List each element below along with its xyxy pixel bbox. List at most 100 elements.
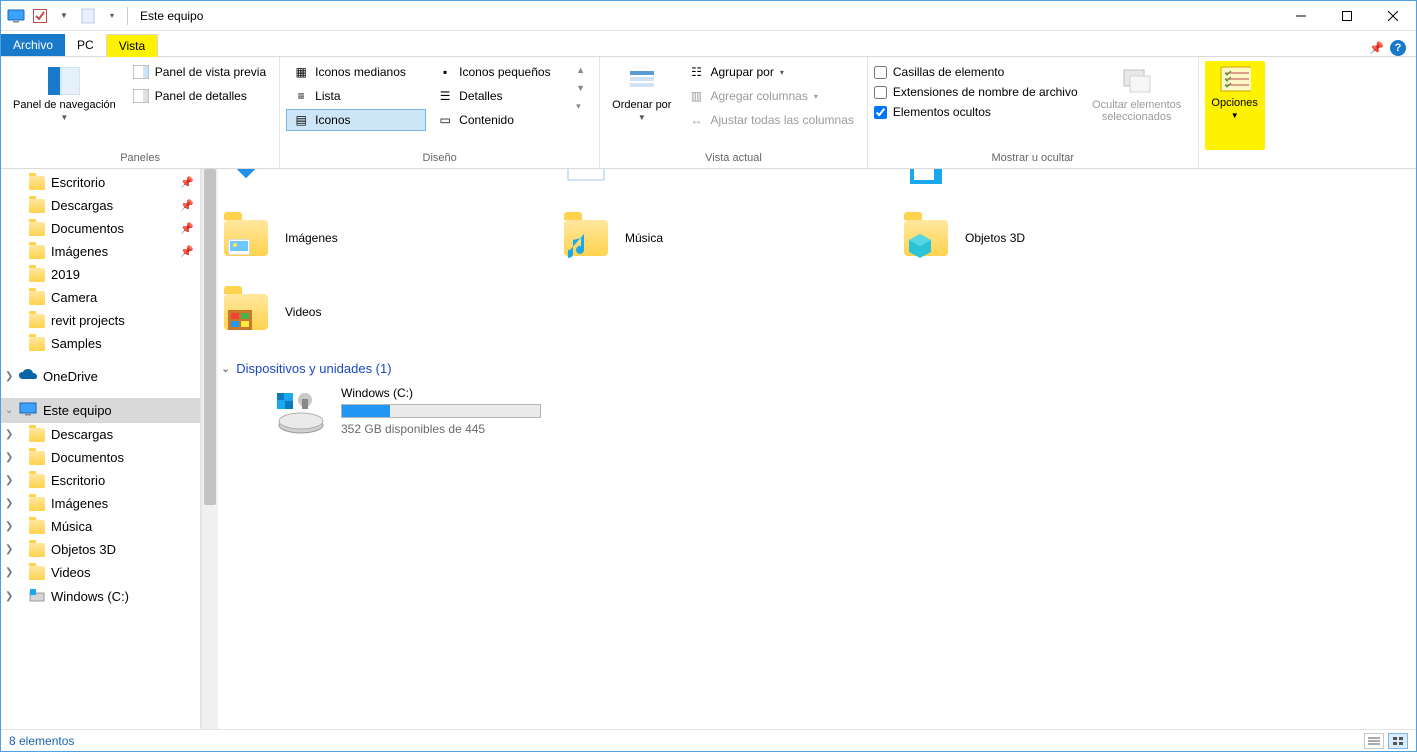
size-columns-button: ↔Ajustar todas las columnas	[681, 109, 860, 131]
computer-icon	[19, 402, 37, 419]
options-button[interactable]: Opciones ▼	[1205, 61, 1265, 150]
content-area: Escritorio📌 Descargas📌 Documentos📌 Imáge…	[1, 169, 1416, 729]
nav-sub-videos[interactable]: ❯Videos	[1, 561, 200, 584]
sort-by-button[interactable]: Ordenar por ▼	[606, 61, 677, 150]
drive-item-windows-c[interactable]: Windows (C:) 352 GB disponibles de 445	[221, 382, 1406, 436]
nav-sub-imagenes[interactable]: ❯Imágenes	[1, 492, 200, 515]
folder-icon	[29, 543, 45, 557]
folder-icon	[29, 268, 45, 282]
nav-item-revit[interactable]: revit projects	[1, 309, 200, 332]
expand-icon[interactable]: ❯	[5, 429, 13, 440]
separator	[127, 7, 128, 25]
nav-sub-objetos3d[interactable]: ❯Objetos 3D	[1, 538, 200, 561]
main-pane[interactable]: Imágenes Música Objetos 3D Videos ⌄ Disp…	[201, 169, 1416, 729]
nav-item-samples[interactable]: Samples	[1, 332, 200, 355]
quick-access-toolbar: ▼ ▾	[7, 7, 121, 25]
drive-free-space: 352 GB disponibles de 445	[341, 422, 541, 436]
folder-label: Objetos 3D	[965, 231, 1025, 245]
folder-icon	[29, 291, 45, 305]
details-pane-button[interactable]: Panel de detalles	[126, 85, 273, 107]
folder-icon	[29, 474, 45, 488]
expand-icon[interactable]: ❯	[5, 567, 13, 578]
nav-item-onedrive[interactable]: ❯OneDrive	[1, 365, 200, 388]
view-large-icons-button[interactable]	[1388, 733, 1408, 749]
nav-pane-button[interactable]: Panel de navegación ▼	[7, 61, 122, 150]
navigation-pane[interactable]: Escritorio📌 Descargas📌 Documentos📌 Imáge…	[1, 169, 201, 729]
qat-dropdown2-icon[interactable]: ▾	[103, 7, 121, 25]
folder-icon	[29, 497, 45, 511]
nav-item-imagenes[interactable]: Imágenes📌	[1, 240, 200, 263]
help-icon[interactable]: ?	[1390, 40, 1406, 56]
explorer-window: ▼ ▾ Este equipo Archivo PC Vista 📌 ? Pan…	[0, 0, 1417, 752]
nav-item-descargas[interactable]: Descargas📌	[1, 194, 200, 217]
properties-checkbox-icon[interactable]	[31, 7, 49, 25]
layout-content[interactable]: ▭Contenido	[430, 109, 570, 131]
nav-item-este-equipo[interactable]: ⌄Este equipo	[1, 398, 200, 423]
maximize-button[interactable]	[1324, 1, 1370, 31]
ribbon-group-paneles: Panel de navegación ▼ Panel de vista pre…	[1, 57, 280, 168]
layout-expand-icon[interactable]: ▾	[576, 101, 585, 112]
layout-scroll-down-icon[interactable]: ▼	[576, 83, 585, 93]
drive-usage-bar	[341, 404, 541, 418]
expand-icon[interactable]: ❯	[5, 452, 13, 463]
drive-icon	[275, 387, 327, 435]
folder-label: Imágenes	[285, 231, 338, 245]
group-by-button[interactable]: ☷Agrupar por▾	[681, 61, 860, 83]
layout-scroll-up-icon[interactable]: ▲	[576, 65, 585, 75]
nav-item-documentos[interactable]: Documentos📌	[1, 217, 200, 240]
folder-item-musica[interactable]: Música	[561, 213, 861, 263]
folder-item-videos[interactable]: Videos	[221, 287, 521, 337]
folder-label: Música	[625, 231, 663, 245]
layout-details[interactable]: ☰Detalles	[430, 85, 570, 107]
nav-sub-documentos[interactable]: ❯Documentos	[1, 446, 200, 469]
folder-icon	[29, 222, 45, 236]
layout-medium-icons[interactable]: ▦Iconos medianos	[286, 61, 426, 83]
section-drives-header[interactable]: ⌄ Dispositivos y unidades (1)	[221, 353, 1406, 382]
nav-sub-musica[interactable]: ❯Música	[1, 515, 200, 538]
nav-sub-escritorio[interactable]: ❯Escritorio	[1, 469, 200, 492]
preview-pane-button[interactable]: Panel de vista previa	[126, 61, 273, 83]
pin-icon: 📌	[180, 245, 194, 258]
folder-icon	[29, 314, 45, 328]
expand-icon[interactable]: ❯	[5, 591, 13, 602]
layout-small-icons[interactable]: ▪Iconos pequeños	[430, 61, 570, 83]
folder-icon	[29, 520, 45, 534]
onedrive-icon	[19, 369, 37, 384]
folder-item-objetos3d[interactable]: Objetos 3D	[901, 213, 1201, 263]
chevron-down-icon[interactable]: ⌄	[221, 362, 230, 375]
drive-name: Windows (C:)	[341, 386, 541, 400]
tab-archivo[interactable]: Archivo	[1, 34, 65, 56]
collapse-icon[interactable]: ⌄	[5, 405, 13, 416]
pin-ribbon-icon[interactable]: 📌	[1369, 41, 1384, 55]
nav-item-2019[interactable]: 2019	[1, 263, 200, 286]
folder-label: Videos	[285, 305, 321, 319]
view-details-button[interactable]	[1364, 733, 1384, 749]
folder-item-imagenes[interactable]: Imágenes	[221, 213, 521, 263]
folder-item-descargas-top[interactable]	[221, 169, 521, 193]
computer-icon	[7, 7, 25, 25]
expand-icon[interactable]: ❯	[5, 544, 13, 555]
expand-icon[interactable]: ❯	[5, 475, 13, 486]
document-icon	[79, 7, 97, 25]
tab-vista[interactable]: Vista	[106, 34, 158, 57]
nav-item-camera[interactable]: Camera	[1, 286, 200, 309]
checkbox-extensions[interactable]: Extensiones de nombre de archivo	[874, 83, 1078, 101]
ribbon-tabs: Archivo PC Vista 📌 ?	[1, 31, 1416, 57]
checkbox-hidden-items[interactable]: Elementos ocultos	[874, 103, 1078, 121]
folder-item-documentos-top[interactable]	[901, 169, 1201, 193]
expand-icon[interactable]: ❯	[5, 371, 13, 382]
nav-sub-descargas[interactable]: ❯Descargas	[1, 423, 200, 446]
minimize-button[interactable]	[1278, 1, 1324, 31]
window-title: Este equipo	[140, 9, 203, 23]
qat-dropdown-icon[interactable]: ▼	[55, 7, 73, 25]
folder-item-escritorio-top[interactable]	[561, 169, 861, 193]
expand-icon[interactable]: ❯	[5, 498, 13, 509]
close-button[interactable]	[1370, 1, 1416, 31]
expand-icon[interactable]: ❯	[5, 521, 13, 532]
nav-item-escritorio[interactable]: Escritorio📌	[1, 171, 200, 194]
tab-pc[interactable]: PC	[65, 34, 106, 56]
layout-icons[interactable]: ▤Iconos	[286, 109, 426, 131]
nav-sub-windows-c[interactable]: ❯Windows (C:)	[1, 584, 200, 609]
layout-list[interactable]: ≡Lista	[286, 85, 426, 107]
checkbox-item-boxes[interactable]: Casillas de elemento	[874, 63, 1078, 81]
